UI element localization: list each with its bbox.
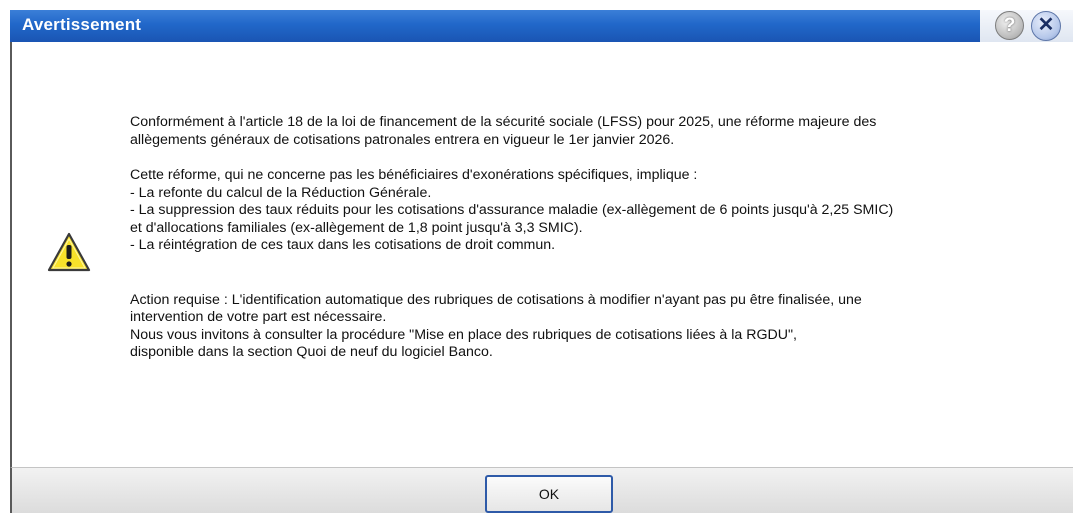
title-bar-band xyxy=(10,10,1020,42)
message-line: - La suppression des taux réduits pour l… xyxy=(130,202,894,218)
close-icon: ✕ xyxy=(1037,14,1055,36)
message-line: Action requise : L'identification automa… xyxy=(130,291,862,308)
close-button[interactable]: ✕ xyxy=(1031,11,1061,41)
warning-message: Conformément à l'article 18 de la loi de… xyxy=(130,114,1070,362)
message-line: intervention de votre part est nécessair… xyxy=(130,309,387,325)
help-button[interactable]: ? xyxy=(995,11,1024,40)
message-line: - La réintégration de ces taux dans les … xyxy=(130,237,556,253)
message-line: Conformément à l'article 18 de la loi de… xyxy=(130,114,877,130)
message-line: allègements généraux de cotisations patr… xyxy=(130,131,675,148)
title-bar[interactable]: Avertissement ? ✕ xyxy=(0,0,1073,42)
dialog-content: Conformément à l'article 18 de la loi de… xyxy=(10,42,1073,467)
message-line: et d'allocations familiales (ex-allègeme… xyxy=(130,219,583,236)
dialog-title: Avertissement xyxy=(22,15,142,34)
warning-dialog: Avertissement ? ✕ Conformément à l'artic… xyxy=(0,0,1073,513)
dialog-footer: OK xyxy=(10,467,1073,513)
message-line: Nous vous invitons à consulter la procéd… xyxy=(130,326,797,343)
help-icon: ? xyxy=(1003,15,1016,36)
message-line: - La refonte du calcul de la Réduction G… xyxy=(130,184,432,201)
ok-button[interactable]: OK xyxy=(485,475,613,513)
message-line: disponible dans la section Quoi de neuf … xyxy=(130,344,493,360)
warning-icon xyxy=(47,232,91,272)
message-line: Cette réforme, qui ne concerne pas les b… xyxy=(130,167,698,183)
